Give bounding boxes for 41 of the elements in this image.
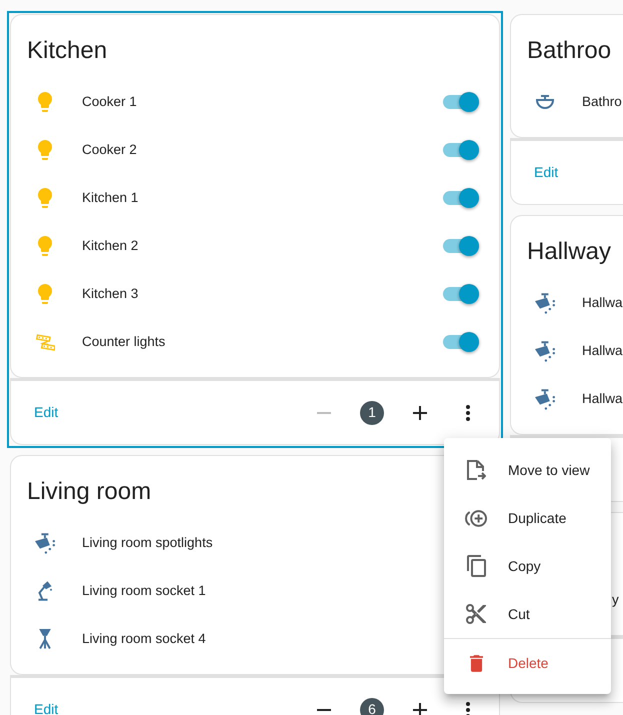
entity-name: Living room spotlights <box>82 534 213 552</box>
entity-name: Kitchen 3 <box>82 284 138 303</box>
entity-name: y <box>612 590 619 609</box>
menu-item[interactable]: Delete <box>444 639 611 687</box>
toggle-switch[interactable] <box>443 236 479 256</box>
card-title: Living room <box>27 477 152 507</box>
toggle-switch[interactable] <box>443 92 479 112</box>
entity-name: Kitchen 2 <box>82 236 138 255</box>
trash-icon <box>470 654 482 672</box>
more-vertical-icon[interactable] <box>466 702 470 715</box>
menu-item[interactable]: Duplicate <box>444 494 611 542</box>
entity-name: Living room socket 4 <box>82 630 206 648</box>
file-arrow-icon <box>466 460 486 480</box>
menu-item[interactable]: Copy <box>444 542 611 590</box>
entity-name: Counter lights <box>82 332 166 351</box>
toggle-switch[interactable] <box>443 140 479 160</box>
card-title: Hallway <box>527 237 612 267</box>
menu-item[interactable]: Move to view <box>444 446 611 494</box>
card-title: Bathroo <box>527 36 612 66</box>
entity-name: Bathro <box>582 92 622 111</box>
toggle-switch[interactable] <box>443 332 479 352</box>
scissors-icon <box>466 604 486 624</box>
entity-name: Cooker 2 <box>82 140 137 159</box>
entity-name: Kitchen 1 <box>82 188 138 207</box>
entity-name: Hallwa <box>582 342 623 360</box>
position-badge: 6 <box>360 698 384 715</box>
plus-icon[interactable] <box>413 702 427 715</box>
position-badge: 1 <box>360 400 384 424</box>
more-vertical-icon[interactable] <box>466 404 470 420</box>
entity-name: Cooker 1 <box>82 92 137 111</box>
card-title: Kitchen <box>27 36 108 66</box>
copy-icon <box>466 555 486 577</box>
entity-name: Living room socket 1 <box>82 582 206 600</box>
entity-name: Hallwa <box>582 390 623 408</box>
toggle-switch[interactable] <box>443 284 479 304</box>
plus-circle-icon <box>465 510 487 526</box>
plus-icon[interactable] <box>413 406 427 420</box>
entity-name: Hallwa <box>582 294 623 312</box>
menu-item[interactable]: Cut <box>444 590 611 638</box>
minus-icon[interactable] <box>317 708 331 710</box>
toggle-switch[interactable] <box>443 188 479 208</box>
